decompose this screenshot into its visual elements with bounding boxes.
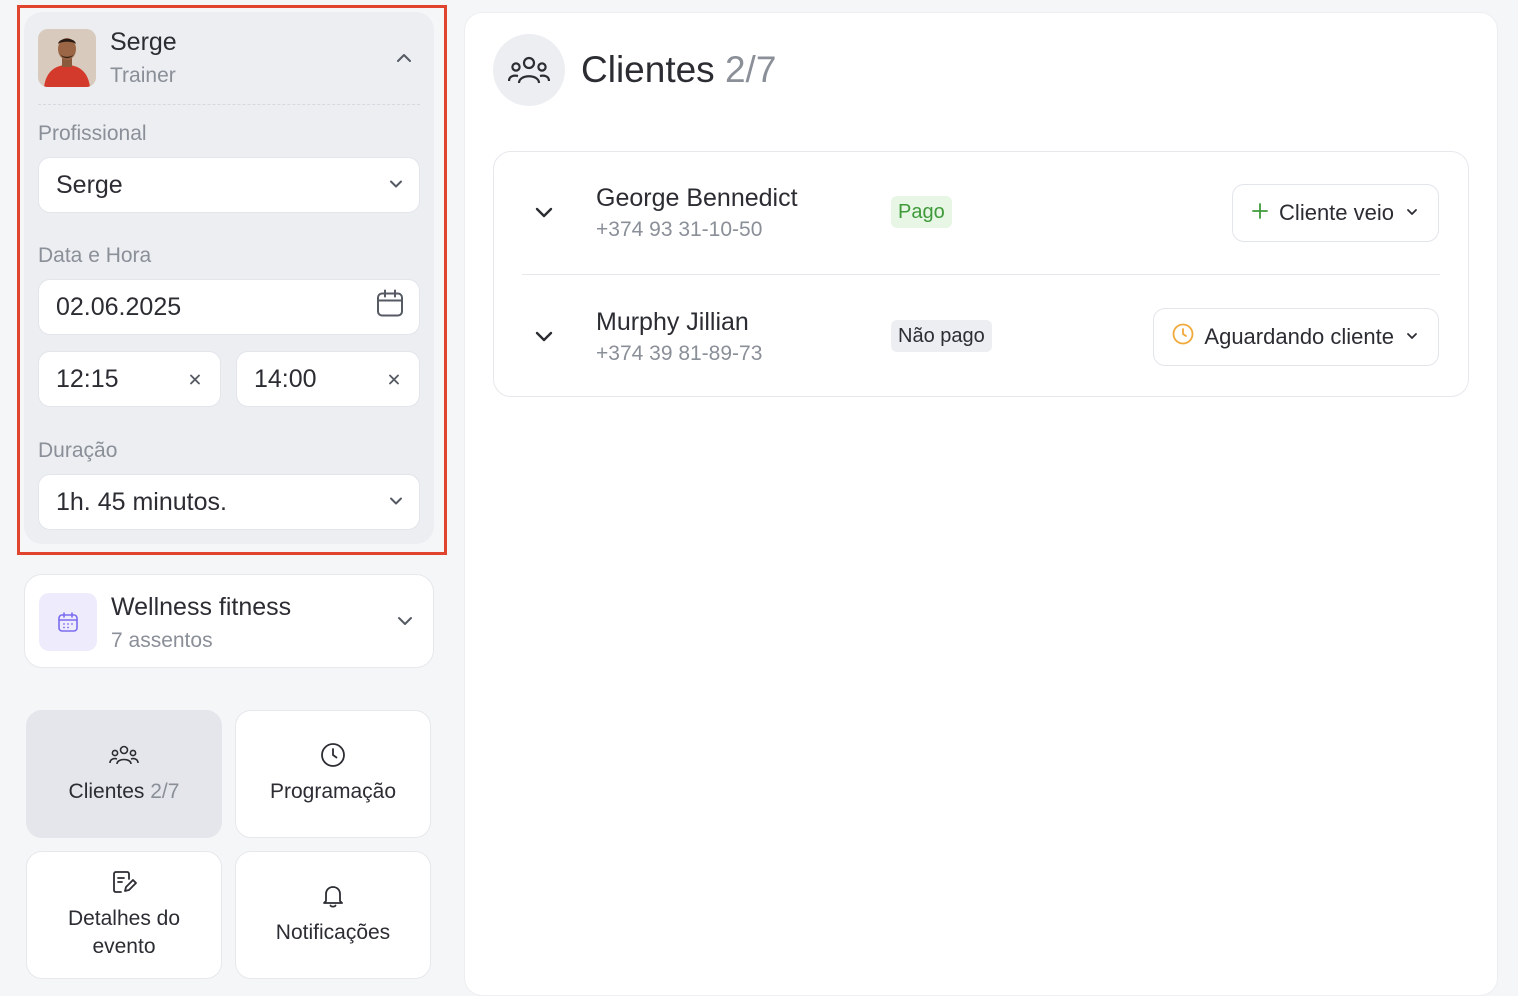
expand-chevron-down-icon[interactable] xyxy=(532,200,556,229)
calendar-icon[interactable] xyxy=(375,289,405,326)
tab-event-details-label: Detalhes do evento xyxy=(68,905,180,961)
end-time-value: 14:00 xyxy=(254,364,317,393)
tab-event-details-line2: evento xyxy=(92,935,156,958)
tab-event-details[interactable]: Detalhes do evento xyxy=(26,851,222,979)
plus-icon xyxy=(1251,200,1269,226)
page-title-count: 2/7 xyxy=(724,49,777,90)
start-time-value: 12:15 xyxy=(56,364,119,393)
event-card[interactable]: Wellness fitness 7 assentos xyxy=(24,574,434,668)
clients-list: George Bennedict +374 93 31-10-50 Pago C… xyxy=(493,151,1469,397)
tab-clients[interactable]: Clientes 2/7 xyxy=(26,710,222,838)
datetime-label: Data e Hora xyxy=(38,244,152,267)
page-title: Clientes 2/7 xyxy=(581,49,776,91)
tab-notifications[interactable]: Notificações xyxy=(235,851,431,979)
chevron-down-icon xyxy=(387,488,405,517)
professional-value: Serge xyxy=(56,170,123,199)
trainer-avatar xyxy=(38,29,96,87)
professional-select[interactable]: Serge xyxy=(38,157,420,213)
row-divider xyxy=(522,274,1440,275)
attendance-status-label: Cliente veio xyxy=(1279,200,1394,225)
users-icon xyxy=(109,742,139,768)
duration-label: Duração xyxy=(38,439,118,462)
client-name: Murphy Jillian xyxy=(596,308,749,336)
tab-clients-count: 2/7 xyxy=(150,780,180,803)
professional-label: Profissional xyxy=(38,122,147,145)
expand-chevron-down-icon[interactable] xyxy=(532,324,556,353)
trainer-name: Serge xyxy=(110,28,177,56)
page-title-text: Clientes xyxy=(581,49,715,90)
event-seats: 7 assentos xyxy=(111,629,213,652)
client-name: George Bennedict xyxy=(596,184,798,212)
event-title: Wellness fitness xyxy=(111,593,292,621)
payment-status-badge: Pago xyxy=(891,196,952,228)
chevron-down-icon xyxy=(1404,200,1420,226)
clock-icon xyxy=(1172,323,1194,351)
chevron-down-icon xyxy=(387,171,405,200)
clear-start-time-icon[interactable] xyxy=(188,365,202,394)
tab-notifications-label: Notificações xyxy=(275,921,391,944)
divider xyxy=(38,104,420,105)
attendance-status-dropdown[interactable]: Aguardando cliente xyxy=(1153,308,1439,366)
client-row[interactable]: Murphy Jillian +374 39 81-89-73 Não pago… xyxy=(494,276,1468,398)
clear-end-time-icon[interactable] xyxy=(387,365,401,394)
start-time-input[interactable]: 12:15 xyxy=(38,351,221,407)
client-row[interactable]: George Bennedict +374 93 31-10-50 Pago C… xyxy=(494,152,1468,275)
chevron-down-icon xyxy=(1404,324,1420,350)
users-icon xyxy=(493,34,565,106)
trainer-role: Trainer xyxy=(110,64,176,87)
clock-icon xyxy=(320,742,346,768)
date-input[interactable]: 02.06.2025 xyxy=(38,279,420,335)
client-phone: +374 39 81-89-73 xyxy=(596,342,763,365)
event-calendar-icon xyxy=(39,593,97,651)
collapse-chevron-up-icon[interactable] xyxy=(392,46,416,70)
date-value: 02.06.2025 xyxy=(56,292,182,321)
tab-schedule[interactable]: Programação xyxy=(235,710,431,838)
chevron-down-icon[interactable] xyxy=(393,609,417,638)
tab-schedule-label: Programação xyxy=(269,780,397,803)
client-phone: +374 93 31-10-50 xyxy=(596,218,763,241)
tab-clients-label: Clientes 2/7 xyxy=(69,778,180,806)
attendance-status-dropdown[interactable]: Cliente veio xyxy=(1232,184,1439,242)
edit-document-icon xyxy=(111,869,137,895)
trainer-card: Serge Trainer Profissional Serge Data e … xyxy=(24,12,434,544)
payment-status-badge: Não pago xyxy=(891,320,992,352)
attendance-status-label: Aguardando cliente xyxy=(1204,324,1394,349)
duration-value: 1h. 45 minutos. xyxy=(56,487,227,516)
main-panel: Clientes 2/7 George Bennedict +374 93 31… xyxy=(464,12,1498,996)
bell-icon xyxy=(321,883,345,909)
tab-clients-text: Clientes xyxy=(68,780,145,803)
end-time-input[interactable]: 14:00 xyxy=(236,351,420,407)
duration-select[interactable]: 1h. 45 minutos. xyxy=(38,474,420,530)
tab-event-details-line1: Detalhes do xyxy=(67,907,181,930)
